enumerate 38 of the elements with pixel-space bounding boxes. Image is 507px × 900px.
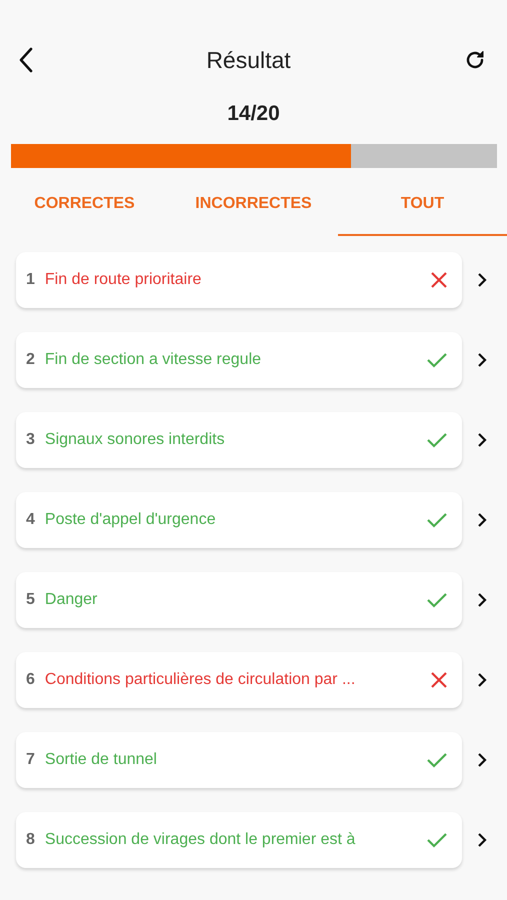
question-number: 4 (26, 511, 35, 529)
question-number: 6 (26, 671, 35, 689)
screen-title: Résultat (206, 46, 291, 74)
question-number: 5 (26, 591, 35, 609)
question-number: 1 (26, 271, 35, 289)
question-number: 8 (26, 831, 35, 849)
question-number: 2 (26, 351, 35, 369)
tab[interactable]: INCORRECTES (169, 174, 338, 236)
tab[interactable]: TOUT (338, 174, 507, 236)
sign-name: Succession de virages dont le premier est à (44, 831, 356, 849)
sign-name: Signaux sonores interdits (44, 431, 226, 449)
sign-name: Fin de route prioritaire (44, 271, 202, 289)
result-card[interactable]: 4 Poste d'appel d'urgence (16, 492, 462, 548)
question-number: 7 (26, 751, 35, 769)
result-card[interactable]: 8 Succession de virages dont le premier est à (16, 812, 462, 868)
tab[interactable]: CORRECTES (0, 174, 169, 236)
result-card[interactable]: 2 Fin de section a vitesse regule (16, 332, 462, 388)
result-card[interactable]: 6 Conditions particulières de circulation par ... (16, 652, 462, 708)
chevron-right-icon[interactable] (477, 672, 487, 688)
chevron-right-icon[interactable] (477, 512, 487, 528)
chevron-right-icon[interactable] (477, 832, 487, 848)
result-card[interactable]: 3 Signaux sonores interdits (16, 412, 462, 468)
chevron-right-icon[interactable] (477, 592, 487, 608)
sign-name: Poste d'appel d'urgence (44, 511, 217, 529)
result-card[interactable]: 5 Danger (16, 572, 462, 628)
sign-name: Fin de section a vitesse regule (44, 351, 262, 369)
question-number: 3 (26, 431, 35, 449)
score-text: 14/20 (226, 102, 281, 126)
sign-name: Conditions particulières de circulation par ... (44, 671, 356, 689)
result-card[interactable]: 7 Sortie de tunnel (16, 732, 462, 788)
sign-name: Sortie de tunnel (44, 751, 158, 769)
chevron-right-icon[interactable] (477, 352, 487, 368)
chevron-right-icon[interactable] (477, 272, 487, 288)
chevron-right-icon[interactable] (477, 432, 487, 448)
result-card[interactable]: 1 Fin de route prioritaire (16, 252, 462, 308)
sign-name: Danger (44, 591, 98, 609)
chevron-right-icon[interactable] (477, 752, 487, 768)
back-chevron-icon (18, 47, 34, 73)
